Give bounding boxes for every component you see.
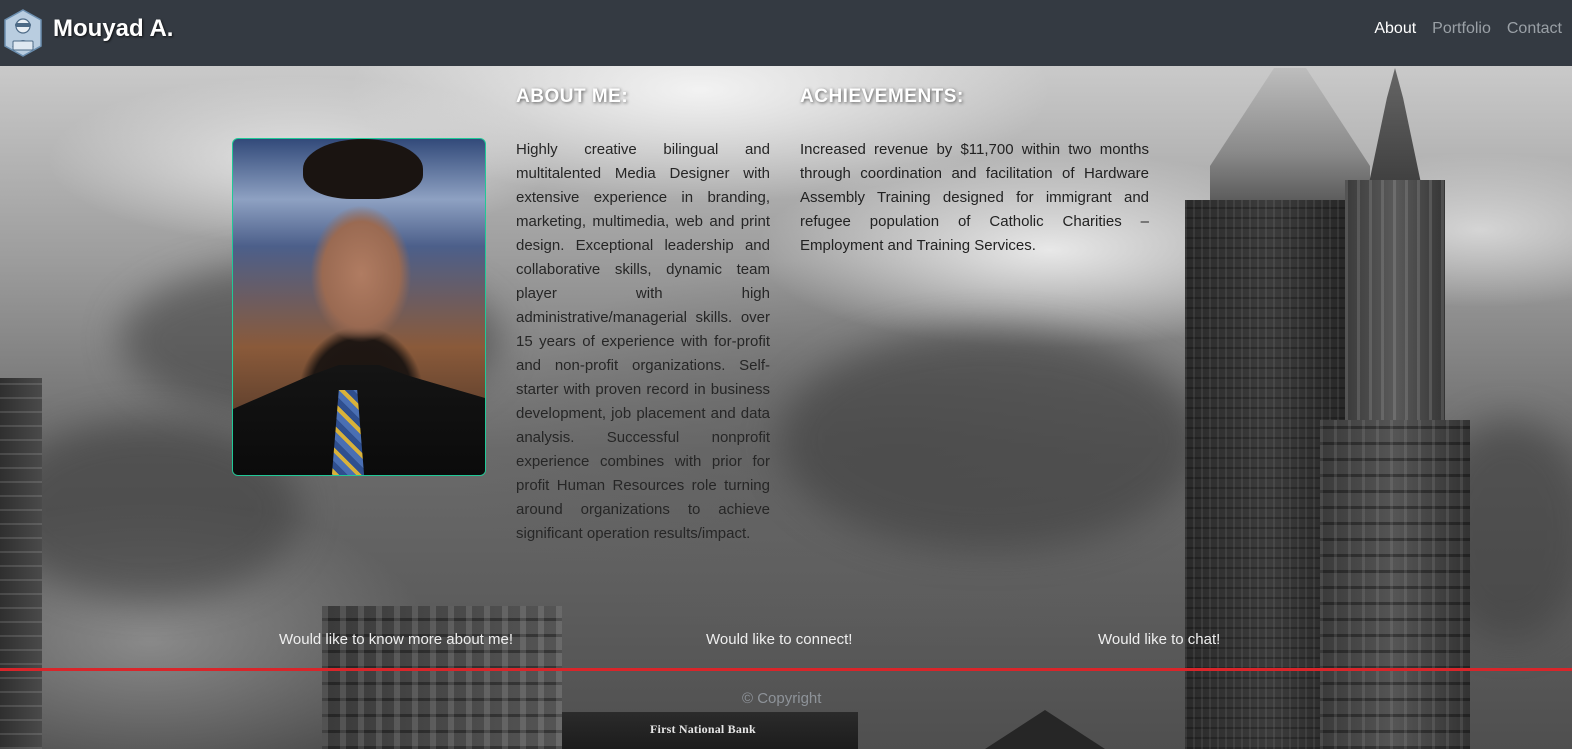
footer-divider	[0, 668, 1572, 671]
about-title: ABOUT ME:	[516, 86, 629, 107]
top-navbar: Mouyad A. About Portfolio Contact	[0, 0, 1572, 66]
nav-about[interactable]: About	[1374, 20, 1416, 38]
know-more-link[interactable]: Would like to know more about me!	[279, 631, 513, 648]
pyramid-roof	[985, 710, 1105, 749]
about-text: Highly creative bilingual and multitalen…	[516, 141, 770, 542]
left-building	[0, 378, 42, 749]
main-nav: About Portfolio Contact	[1374, 20, 1562, 38]
achievements-text: Increased revenue by $11,700 within two …	[800, 141, 1149, 254]
terminal-tower	[1320, 420, 1470, 749]
connect-link[interactable]: Would like to connect!	[706, 631, 852, 648]
chat-link[interactable]: Would like to chat!	[1098, 631, 1220, 648]
nav-portfolio[interactable]: Portfolio	[1432, 20, 1491, 38]
achievements-title: ACHIEVEMENTS:	[800, 86, 964, 107]
brand-name[interactable]: Mouyad A.	[53, 15, 173, 43]
terminal-tower-middle	[1345, 180, 1445, 430]
profile-photo	[232, 138, 486, 476]
bank-sign: First National Bank	[650, 722, 756, 736]
copyright-text: © Copyright	[742, 690, 822, 707]
developer-avatar-icon[interactable]	[3, 9, 43, 57]
nav-contact[interactable]: Contact	[1507, 20, 1562, 38]
terminal-tower-spire	[1368, 68, 1422, 188]
middle-building	[322, 606, 562, 749]
